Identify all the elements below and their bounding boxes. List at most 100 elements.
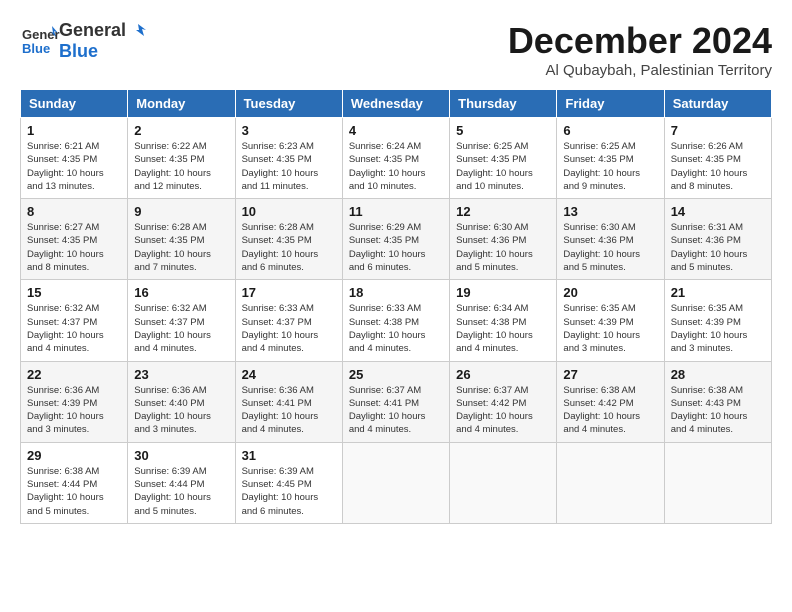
day-number: 4 bbox=[349, 123, 443, 138]
table-row: 16 Sunrise: 6:32 AM Sunset: 4:37 PM Dayli… bbox=[128, 280, 235, 361]
day-number: 6 bbox=[563, 123, 657, 138]
calendar-week-row: 1 Sunrise: 6:21 AM Sunset: 4:35 PM Daylig… bbox=[21, 118, 772, 199]
day-info: Sunrise: 6:28 AM Sunset: 4:35 PM Dayligh… bbox=[242, 221, 336, 274]
day-number: 8 bbox=[27, 204, 121, 219]
table-row: 12Sunrise: 6:30 AM Sunset: 4:36 PM Dayli… bbox=[450, 199, 557, 280]
day-number: 10 bbox=[242, 204, 336, 219]
table-row: 22 Sunrise: 6:36 AM Sunset: 4:39 PM Dayli… bbox=[21, 361, 128, 442]
location: Al Qubaybah, Palestinian Territory bbox=[508, 62, 772, 79]
table-row: 15 Sunrise: 6:32 AM Sunset: 4:37 PM Dayli… bbox=[21, 280, 128, 361]
table-row bbox=[557, 442, 664, 523]
day-info: Sunrise: 6:32 AM Sunset: 4:37 PM Dayligh… bbox=[134, 302, 228, 355]
day-number: 20 bbox=[563, 285, 657, 300]
table-row: 2 Sunrise: 6:22 AM Sunset: 4:35 PM Daylig… bbox=[128, 118, 235, 199]
day-info: Sunrise: 6:29 AM Sunset: 4:35 PM Dayligh… bbox=[349, 221, 443, 274]
day-info: Sunrise: 6:37 AM Sunset: 4:42 PM Dayligh… bbox=[456, 384, 550, 437]
table-row: 29 Sunrise: 6:38 AM Sunset: 4:44 PM Dayli… bbox=[21, 442, 128, 523]
day-info: Sunrise: 6:21 AM Sunset: 4:35 PM Dayligh… bbox=[27, 140, 121, 193]
day-number: 5 bbox=[456, 123, 550, 138]
day-info: Sunrise: 6:36 AM Sunset: 4:39 PM Dayligh… bbox=[27, 384, 121, 437]
table-row bbox=[664, 442, 771, 523]
day-info: Sunrise: 6:31 AM Sunset: 4:36 PM Dayligh… bbox=[671, 221, 765, 274]
day-info: Sunrise: 6:22 AM Sunset: 4:35 PM Dayligh… bbox=[134, 140, 228, 193]
calendar-table: Sunday Monday Tuesday Wednesday Thursday… bbox=[20, 89, 772, 524]
logo-general-text: General bbox=[59, 20, 126, 41]
day-number: 15 bbox=[27, 285, 121, 300]
table-row bbox=[450, 442, 557, 523]
day-info: Sunrise: 6:25 AM Sunset: 4:35 PM Dayligh… bbox=[563, 140, 657, 193]
col-friday: Friday bbox=[557, 90, 664, 118]
day-number: 2 bbox=[134, 123, 228, 138]
table-row: 30Sunrise: 6:39 AM Sunset: 4:44 PM Dayli… bbox=[128, 442, 235, 523]
day-info: Sunrise: 6:37 AM Sunset: 4:41 PM Dayligh… bbox=[349, 384, 443, 437]
table-row: 9Sunrise: 6:28 AM Sunset: 4:35 PM Daylig… bbox=[128, 199, 235, 280]
table-row: 18Sunrise: 6:33 AM Sunset: 4:38 PM Dayli… bbox=[342, 280, 449, 361]
day-number: 14 bbox=[671, 204, 765, 219]
table-row: 5 Sunrise: 6:25 AM Sunset: 4:35 PM Daylig… bbox=[450, 118, 557, 199]
table-row: 24 Sunrise: 6:36 AM Sunset: 4:41 PM Dayli… bbox=[235, 361, 342, 442]
table-row: 1 Sunrise: 6:21 AM Sunset: 4:35 PM Daylig… bbox=[21, 118, 128, 199]
day-info: Sunrise: 6:34 AM Sunset: 4:38 PM Dayligh… bbox=[456, 302, 550, 355]
table-row: 3Sunrise: 6:23 AM Sunset: 4:35 PM Daylig… bbox=[235, 118, 342, 199]
day-number: 13 bbox=[563, 204, 657, 219]
col-wednesday: Wednesday bbox=[342, 90, 449, 118]
table-row: 17 Sunrise: 6:33 AM Sunset: 4:37 PM Dayli… bbox=[235, 280, 342, 361]
day-info: Sunrise: 6:36 AM Sunset: 4:41 PM Dayligh… bbox=[242, 384, 336, 437]
table-row bbox=[342, 442, 449, 523]
day-info: Sunrise: 6:23 AM Sunset: 4:35 PM Dayligh… bbox=[242, 140, 336, 193]
table-row: 25 Sunrise: 6:37 AM Sunset: 4:41 PM Dayli… bbox=[342, 361, 449, 442]
table-row: 27 Sunrise: 6:38 AM Sunset: 4:42 PM Dayli… bbox=[557, 361, 664, 442]
day-number: 19 bbox=[456, 285, 550, 300]
logo: General Blue General Blue bbox=[20, 20, 148, 61]
table-row: 31 Sunrise: 6:39 AM Sunset: 4:45 PM Dayli… bbox=[235, 442, 342, 523]
day-number: 24 bbox=[242, 367, 336, 382]
table-row: 6 Sunrise: 6:25 AM Sunset: 4:35 PM Daylig… bbox=[557, 118, 664, 199]
day-number: 26 bbox=[456, 367, 550, 382]
table-row: 28Sunrise: 6:38 AM Sunset: 4:43 PM Dayli… bbox=[664, 361, 771, 442]
day-number: 27 bbox=[563, 367, 657, 382]
table-row: 14 Sunrise: 6:31 AM Sunset: 4:36 PM Dayli… bbox=[664, 199, 771, 280]
table-row: 19 Sunrise: 6:34 AM Sunset: 4:38 PM Dayli… bbox=[450, 280, 557, 361]
day-info: Sunrise: 6:38 AM Sunset: 4:44 PM Dayligh… bbox=[27, 465, 121, 518]
day-number: 23 bbox=[134, 367, 228, 382]
table-row: 8Sunrise: 6:27 AM Sunset: 4:35 PM Daylig… bbox=[21, 199, 128, 280]
day-info: Sunrise: 6:38 AM Sunset: 4:42 PM Dayligh… bbox=[563, 384, 657, 437]
logo-bird-icon bbox=[128, 22, 148, 38]
day-number: 28 bbox=[671, 367, 765, 382]
day-number: 9 bbox=[134, 204, 228, 219]
col-sunday: Sunday bbox=[21, 90, 128, 118]
col-tuesday: Tuesday bbox=[235, 90, 342, 118]
day-number: 16 bbox=[134, 285, 228, 300]
table-row: 26 Sunrise: 6:37 AM Sunset: 4:42 PM Dayli… bbox=[450, 361, 557, 442]
col-thursday: Thursday bbox=[450, 90, 557, 118]
table-row: 4Sunrise: 6:24 AM Sunset: 4:35 PM Daylig… bbox=[342, 118, 449, 199]
day-number: 25 bbox=[349, 367, 443, 382]
day-number: 17 bbox=[242, 285, 336, 300]
table-row: 20 Sunrise: 6:35 AM Sunset: 4:39 PM Dayli… bbox=[557, 280, 664, 361]
day-number: 29 bbox=[27, 448, 121, 463]
svg-text:Blue: Blue bbox=[22, 41, 50, 56]
table-row: 7Sunrise: 6:26 AM Sunset: 4:35 PM Daylig… bbox=[664, 118, 771, 199]
table-row: 10 Sunrise: 6:28 AM Sunset: 4:35 PM Dayli… bbox=[235, 199, 342, 280]
day-info: Sunrise: 6:30 AM Sunset: 4:36 PM Dayligh… bbox=[456, 221, 550, 274]
day-number: 1 bbox=[27, 123, 121, 138]
table-row: 21Sunrise: 6:35 AM Sunset: 4:39 PM Dayli… bbox=[664, 280, 771, 361]
day-number: 11 bbox=[349, 204, 443, 219]
day-info: Sunrise: 6:25 AM Sunset: 4:35 PM Dayligh… bbox=[456, 140, 550, 193]
day-number: 22 bbox=[27, 367, 121, 382]
calendar-week-row: 22 Sunrise: 6:36 AM Sunset: 4:39 PM Dayli… bbox=[21, 361, 772, 442]
day-info: Sunrise: 6:32 AM Sunset: 4:37 PM Dayligh… bbox=[27, 302, 121, 355]
calendar-week-row: 29 Sunrise: 6:38 AM Sunset: 4:44 PM Dayli… bbox=[21, 442, 772, 523]
day-info: Sunrise: 6:33 AM Sunset: 4:37 PM Dayligh… bbox=[242, 302, 336, 355]
day-info: Sunrise: 6:35 AM Sunset: 4:39 PM Dayligh… bbox=[563, 302, 657, 355]
day-info: Sunrise: 6:39 AM Sunset: 4:45 PM Dayligh… bbox=[242, 465, 336, 518]
page-header: General Blue General Blue December 2024 … bbox=[20, 20, 772, 79]
table-row: 11 Sunrise: 6:29 AM Sunset: 4:35 PM Dayli… bbox=[342, 199, 449, 280]
calendar-week-row: 8Sunrise: 6:27 AM Sunset: 4:35 PM Daylig… bbox=[21, 199, 772, 280]
day-number: 30 bbox=[134, 448, 228, 463]
calendar-header-row: Sunday Monday Tuesday Wednesday Thursday… bbox=[21, 90, 772, 118]
col-saturday: Saturday bbox=[664, 90, 771, 118]
day-info: Sunrise: 6:35 AM Sunset: 4:39 PM Dayligh… bbox=[671, 302, 765, 355]
day-number: 31 bbox=[242, 448, 336, 463]
day-number: 18 bbox=[349, 285, 443, 300]
